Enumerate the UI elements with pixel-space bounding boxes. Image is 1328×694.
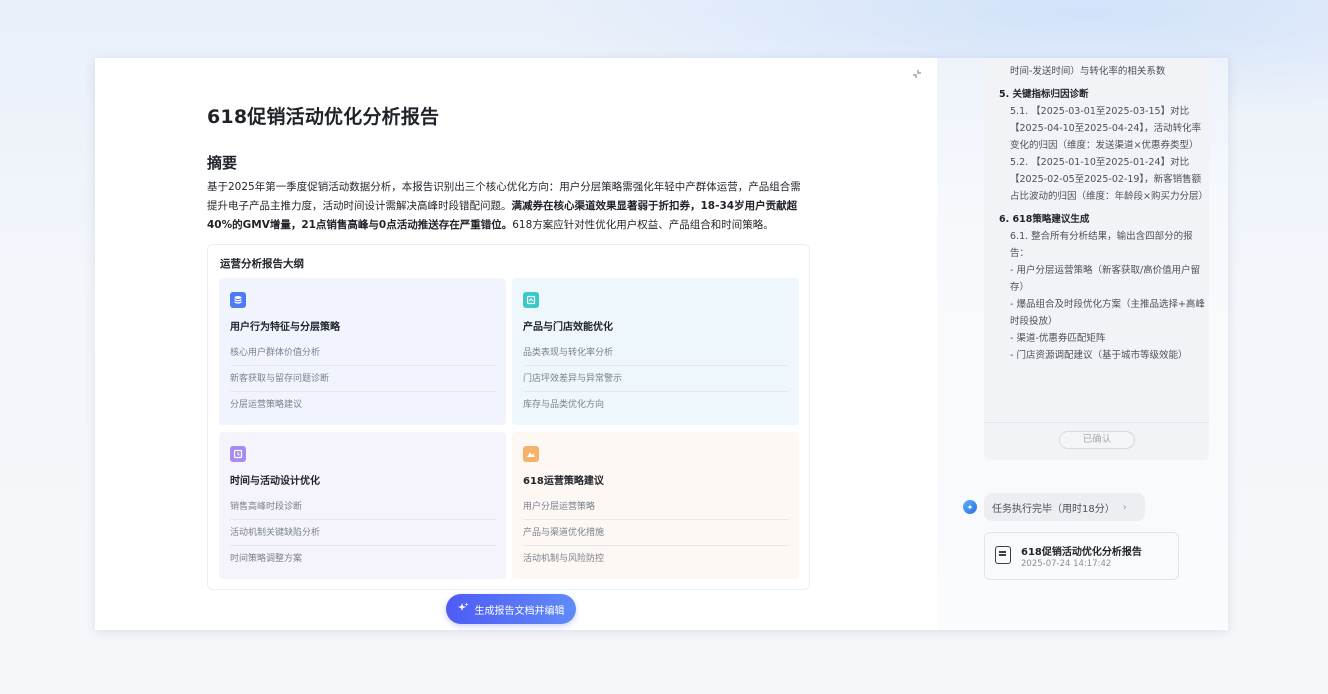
task-done-pill[interactable]: 任务执行完毕（用时18分） › [984,493,1145,521]
card-item: 活动机制关键缺陷分析 [230,520,496,546]
database-icon [230,292,246,308]
report-file-title: 618促销活动优化分析报告 [1021,547,1142,558]
generate-report-button[interactable]: 生成报告文档并编辑 [446,594,576,624]
plan-heading: 6. 618策略建议生成 [999,214,1090,225]
plan-box: 4.3. 活动有效期灵敏度：活动持续时间（结束时间-发送时间）与转化率的相关系数… [984,58,1209,460]
plan-step: - 渠道-优惠券匹配矩阵 [1010,333,1106,344]
card-item: 用户分层运营策略 [523,494,789,520]
card-item: 门店坪效差异与异常警示 [523,366,789,392]
card-title: 用户行为特征与分层策略 [230,322,340,333]
card-item: 分层运营策略建议 [230,400,303,410]
generate-button-label: 生成报告文档并编辑 [474,605,565,617]
plan-heading: 5. 关键指标归因诊断 [999,89,1089,100]
plan-text: 4.3. 活动有效期灵敏度：活动持续时间（结束时间-发送时间）与转化率的相关系数… [994,58,1208,364]
divider [984,422,1209,423]
mountain-icon [523,446,539,462]
card-item: 销售高峰时段诊断 [230,494,496,520]
card-item: 新客获取与留存问题诊断 [230,366,496,392]
card-item: 时间策略调整方案 [230,554,303,564]
card-item: 核心用户群体价值分析 [230,340,496,366]
summary-heading: 摘要 [207,154,238,172]
collapse-icon[interactable] [911,68,925,82]
card-title: 产品与门店效能优化 [523,322,613,333]
plan-step: 4.3. 活动有效期灵敏度：活动持续时间（结束时间-发送时间）与转化率的相关系数 [1010,58,1202,77]
card-item: 活动机制与风险防控 [523,554,605,564]
report-file-timestamp: 2025-07-24 14:17:42 [1021,559,1112,569]
report-outline: 运营分析报告大纲 用户行为特征与分层策略 核心用户群体价值分析 新客获取与留存问… [207,244,810,590]
task-done-label: 任务执行完毕（用时18分） [992,503,1115,515]
plan-step: - 用户分层运营策略（新客获取/高价值用户留存） [1010,265,1201,293]
plan-step: 5.1. 【2025-03-01至2025-03-15】对比【2025-04-1… [1010,106,1202,151]
outline-card-user-behavior[interactable]: 用户行为特征与分层策略 核心用户群体价值分析 新客获取与留存问题诊断 分层运营策… [219,278,506,425]
plan-step: 5.2. 【2025-01-10至2025-01-24】对比【2025-02-0… [1010,157,1208,202]
card-title: 618运营策略建议 [523,476,604,487]
page-title: 618促销活动优化分析报告 [207,106,440,128]
outline-title: 运营分析报告大纲 [220,258,304,270]
card-item: 库存与品类优化方向 [523,400,605,410]
report-file-card[interactable]: 618促销活动优化分析报告 2025-07-24 14:17:42 [984,532,1179,580]
outline-card-time-activity[interactable]: 时间与活动设计优化 销售高峰时段诊断 活动机制关键缺陷分析 时间策略调整方案 [219,432,506,579]
clock-icon [230,446,246,462]
outline-card-618-strategy[interactable]: 618运营策略建议 用户分层运营策略 产品与渠道优化措施 活动机制与风险防控 [512,432,799,579]
summary-part-2: 618方案应针对性优化用户权益、产品组合和时间策略。 [512,219,774,231]
chart-icon [523,292,539,308]
chevron-right-icon: › [1122,501,1127,513]
plan-step: 6.1. 整合所有分析结果，输出含四部分的报告： [1010,231,1193,259]
outline-card-product-store[interactable]: 产品与门店效能优化 品类表现与转化率分析 门店坪效差异与异常警示 库存与品类优化… [512,278,799,425]
assistant-avatar-icon: ✦ [963,500,977,514]
card-item: 品类表现与转化率分析 [523,340,789,366]
sparkle-icon [457,602,469,616]
document-icon [995,546,1011,564]
report-document: 618促销活动优化分析报告 摘要 基于2025年第一季度促销活动数据分析，本报告… [95,58,937,630]
card-item: 产品与渠道优化措施 [523,520,789,546]
summary-text: 基于2025年第一季度促销活动数据分析，本报告识别出三个核心优化方向：用户分层策… [207,178,807,235]
plan-step: - 爆品组合及时段优化方案（主推品选择+高峰时段投放） [1010,299,1205,327]
confirmed-button[interactable]: 已确认 [1059,431,1135,449]
chat-panel: 4.3. 活动有效期灵敏度：活动持续时间（结束时间-发送时间）与转化率的相关系数… [937,58,1228,630]
task-status-row: ✦ 任务执行完毕（用时18分） › [963,493,1145,521]
plan-step: - 门店资源调配建议（基于城市等级效能） [1010,350,1188,361]
card-title: 时间与活动设计优化 [230,476,320,487]
app-window: 618促销活动优化分析报告 摘要 基于2025年第一季度促销活动数据分析，本报告… [95,58,1228,630]
